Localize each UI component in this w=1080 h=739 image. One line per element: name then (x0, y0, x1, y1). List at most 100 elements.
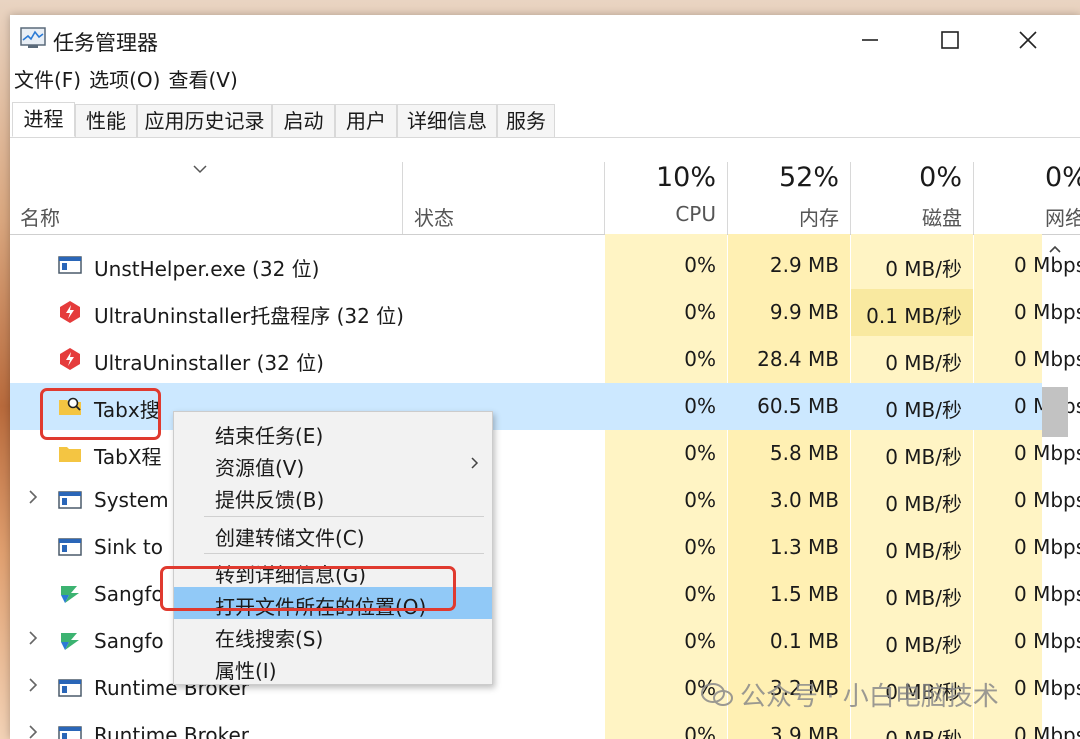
network-value: 0 Mbps (1014, 629, 1080, 653)
cpu-percent[interactable]: 10% (614, 162, 716, 193)
tab-processes[interactable]: 进程 (12, 102, 75, 137)
maximize-icon (941, 31, 959, 49)
chevron-up-icon (1049, 245, 1061, 253)
memory-percent[interactable]: 52% (737, 162, 839, 193)
network-value: 0 Mbps (1014, 535, 1080, 559)
table-row-selected[interactable]: Tabx搜 0% 60.5 MB 0 MB/秒 0 Mbps (10, 383, 1080, 430)
column-network[interactable]: 网络 (1045, 202, 1080, 231)
column-cpu[interactable]: CPU (614, 202, 716, 226)
cpu-value: 0% (684, 347, 716, 371)
column-divider (973, 162, 974, 234)
cpu-value: 0% (684, 441, 716, 465)
menu-options[interactable]: 选项(O) (85, 65, 164, 95)
process-name: UltraUninstaller (32 位) (94, 351, 324, 375)
task-manager-window: 任务管理器 文件(F) 选项(O) 查看(V) 进程 性能 应用历史记录 启动 … (10, 15, 1080, 739)
wechat-icon (701, 682, 733, 706)
menu-separator (204, 553, 484, 554)
annotation-highlight-menu (160, 566, 456, 611)
menu-item-resource-values[interactable]: 资源值(V) (174, 448, 492, 480)
process-name: UltraUninstaller托盘程序 (32 位) (94, 304, 404, 328)
memory-value: 0.1 MB (769, 629, 839, 653)
process-name: Sangfo (94, 629, 164, 653)
memory-value: 3.9 MB (769, 723, 839, 739)
column-name[interactable]: 名称 (20, 202, 60, 231)
process-name: Runtime Broker (94, 723, 250, 739)
app-window-icon (58, 538, 82, 556)
network-percent[interactable]: 0% (1045, 162, 1080, 193)
ultrauninstaller-icon (60, 301, 80, 323)
process-name: UnstHelper.exe (32 位) (94, 257, 320, 281)
disk-value: 0 MB/秒 (885, 539, 962, 563)
tab-details[interactable]: 详细信息 (397, 104, 497, 137)
cpu-value: 0% (684, 394, 716, 418)
disk-value: 0 MB/秒 (885, 398, 962, 422)
sangfor-icon (61, 586, 79, 603)
window-title: 任务管理器 (53, 31, 158, 55)
menu-view[interactable]: 查看(V) (164, 65, 241, 95)
tab-users[interactable]: 用户 (335, 104, 397, 137)
disk-value: 0 MB/秒 (885, 351, 962, 375)
tab-services[interactable]: 服务 (497, 104, 555, 137)
network-value: 0 Mbps (1014, 488, 1080, 512)
table-row[interactable]: UltraUninstaller托盘程序 (32 位) 0% 9.9 MB 0.… (10, 289, 1080, 336)
table-row[interactable]: UltraUninstaller (32 位) 0% 28.4 MB 0 MB/… (10, 336, 1080, 383)
tab-startup[interactable]: 启动 (272, 104, 335, 137)
menu-item-end-task[interactable]: 结束任务(E) (174, 416, 492, 448)
close-button[interactable] (988, 15, 1068, 65)
column-memory[interactable]: 内存 (737, 202, 839, 231)
chevron-down-icon[interactable] (192, 163, 208, 175)
disk-percent[interactable]: 0% (860, 162, 962, 193)
annotation-highlight-row (40, 388, 161, 440)
minimize-icon (862, 39, 878, 41)
menu-item-search-online[interactable]: 在线搜索(S) (174, 619, 492, 651)
tab-performance[interactable]: 性能 (75, 104, 137, 137)
disk-value: 0 MB/秒 (885, 257, 962, 281)
chevron-right-icon[interactable] (27, 677, 39, 693)
memory-value: 28.4 MB (757, 347, 839, 371)
app-window-icon (58, 726, 82, 739)
cpu-value: 0% (684, 300, 716, 324)
chevron-right-icon[interactable] (27, 724, 39, 739)
network-value: 0 Mbps (1014, 441, 1080, 465)
menu-item-label: 资源值(V) (215, 456, 305, 480)
scrollbar-thumb[interactable] (1042, 387, 1068, 437)
menu-item-create-dump[interactable]: 创建转储文件(C) (174, 518, 492, 550)
column-disk[interactable]: 磁盘 (860, 202, 962, 231)
context-menu: 结束任务(E) 资源值(V) 提供反馈(B) 创建转储文件(C) 转到详细信息(… (173, 411, 493, 685)
app-window-icon (58, 256, 82, 274)
close-icon (1019, 31, 1037, 49)
column-divider (604, 162, 605, 234)
menu-item-label: 提供反馈(B) (215, 488, 325, 512)
maximize-button[interactable] (910, 15, 990, 65)
chevron-right-icon (471, 457, 479, 469)
table-row[interactable]: UnstHelper.exe (32 位) 0% 2.9 MB 0 MB/秒 0… (10, 242, 1080, 289)
menu-separator (204, 516, 484, 517)
menu-item-properties[interactable]: 属性(I) (174, 651, 492, 683)
network-value: 0 Mbps (1014, 676, 1080, 700)
column-status[interactable]: 状态 (414, 202, 454, 231)
table-row[interactable]: Runtime Broker 0% 3.9 MB 0 MB/秒 0 Mbps (10, 712, 1080, 739)
title-bar[interactable]: 任务管理器 (10, 15, 1080, 65)
table-row[interactable]: System 0% 3.0 MB 0 MB/秒 0 Mbps (10, 477, 1080, 524)
column-divider (727, 162, 728, 234)
disk-value: 0 MB/秒 (885, 586, 962, 610)
minimize-button[interactable] (830, 15, 910, 65)
chevron-right-icon[interactable] (27, 489, 39, 505)
disk-value: 0 MB/秒 (885, 492, 962, 516)
column-divider (402, 162, 403, 234)
network-value: 0 Mbps (1014, 582, 1080, 606)
cpu-value: 0% (684, 582, 716, 606)
chevron-right-icon[interactable] (27, 630, 39, 646)
memory-value: 60.5 MB (757, 394, 839, 418)
table-row[interactable]: TabX程 0% 5.8 MB 0 MB/秒 0 Mbps (10, 430, 1080, 477)
menu-file[interactable]: 文件(F) (10, 65, 85, 95)
scroll-up-button[interactable] (1042, 236, 1068, 262)
column-divider (850, 162, 851, 234)
menu-item-feedback[interactable]: 提供反馈(B) (174, 480, 492, 512)
table-row[interactable]: Sangfo 0% 0.1 MB 0 MB/秒 0 Mbps (10, 618, 1080, 665)
table-row[interactable]: Sink to 0% 1.3 MB 0 MB/秒 0 Mbps (10, 524, 1080, 571)
memory-value: 5.8 MB (769, 441, 839, 465)
app-window-icon (58, 491, 82, 509)
ultrauninstaller-icon (60, 348, 80, 370)
tab-app-history[interactable]: 应用历史记录 (137, 104, 272, 137)
